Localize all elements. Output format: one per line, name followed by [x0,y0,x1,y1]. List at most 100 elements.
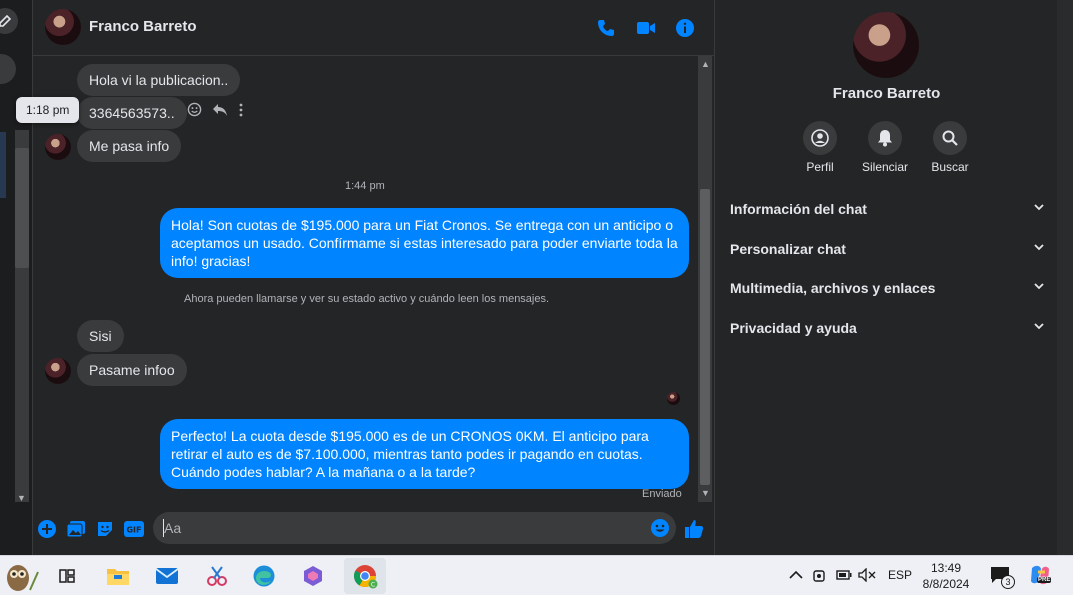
more-actions-button[interactable] [36,518,58,540]
file-explorer-button[interactable] [102,560,134,592]
video-call-button[interactable] [634,16,658,40]
outgoing-message[interactable]: Hola! Son cuotas de $195.000 para un Fia… [160,208,689,278]
message-input-placeholder: Aa [164,520,182,536]
more-options-icon[interactable] [238,103,244,117]
clock-date: 8/8/2024 [922,577,970,591]
incoming-message[interactable]: Hola vi la publicacion.. [77,64,241,96]
chevron-down-icon [1034,244,1044,251]
chevron-down-icon [1034,283,1044,290]
conversation-info-panel: Franco Barreto Perfil Silenciar Buscar I… [714,0,1057,555]
read-receipt-avatar [667,392,680,405]
mute-action-label: Silenciar [861,160,909,174]
section-privacy-help[interactable]: Privacidad y ayuda [730,320,1045,336]
incoming-message[interactable]: Sisi [77,320,124,352]
chrome-icon: C [354,565,378,589]
section-media-files[interactable]: Multimedia, archivos y enlaces [730,280,1045,296]
gif-button[interactable]: GIF [123,518,145,540]
copilot-pre-badge: PRE [1037,577,1052,583]
sticker-icon [98,522,112,536]
conversation-avatar[interactable] [0,54,16,84]
outgoing-message[interactable]: Perfecto! La cuota desde $195.000 es de … [160,419,689,489]
message-scrollbar[interactable]: ▲ ▼ [698,56,712,502]
edge-icon [253,565,275,587]
incoming-message[interactable]: Pasame infoo [77,354,187,386]
search-action[interactable]: Buscar [918,121,982,174]
scroll-thumb[interactable] [700,189,710,485]
language-indicator[interactable]: ESP [888,568,912,582]
notifications-button[interactable]: 3 [990,566,1015,589]
scroll-up-icon[interactable]: ▲ [701,59,710,69]
mute-action[interactable]: Silenciar [853,121,917,174]
message-actions [187,102,244,117]
system-clock[interactable]: 13:49 8/8/2024 [916,560,976,592]
new-message-button[interactable] [0,8,18,34]
attach-media-button[interactable] [65,518,87,540]
info-avatar[interactable] [853,12,919,78]
widgets-button[interactable] [2,560,42,592]
edge-browser-button[interactable] [248,560,280,592]
windows-taskbar: C ESP 13:49 8/8/2024 3 PRE [0,555,1073,595]
messenger-app: ▼ Franco Barreto Hola vi la publicacion.… [0,0,1073,555]
incoming-message[interactable]: 3364563573.. [77,97,187,129]
chevron-down-icon [1034,323,1044,330]
delivery-status: Enviado [642,488,682,500]
copilot-button[interactable]: PRE [1029,564,1053,588]
rail-scroll-down-icon[interactable]: ▼ [17,493,26,503]
snipping-tool-button[interactable] [201,560,233,592]
owl-widget-icon [7,565,39,591]
section-chat-info-label: Información del chat [730,201,867,217]
task-view-button[interactable] [51,560,83,592]
message-input[interactable]: Aa [153,512,676,544]
meet-now-icon[interactable] [812,568,828,584]
info-contact-name: Franco Barreto [832,85,941,102]
contact-name[interactable]: Franco Barreto [89,18,197,35]
react-emoji-icon[interactable] [187,102,202,117]
section-media-label: Multimedia, archivos y enlaces [730,280,936,296]
chrome-button-active[interactable]: C [344,558,386,594]
emoji-icon[interactable] [650,518,670,538]
chat-pane: Franco Barreto Hola vi la publicacion.. … [16,0,714,555]
reply-icon[interactable] [212,103,228,117]
clock-time: 13:49 [930,561,962,575]
selected-conversation-highlight [0,132,6,198]
profile-action[interactable]: Perfil [788,121,852,174]
office-icon [304,566,322,586]
folder-icon [107,569,129,585]
plus-circle-icon [38,520,56,538]
system-notice: Ahora pueden llamarse y ver su estado ac… [184,293,550,305]
message-list: Hola vi la publicacion.. 3364563573.. Me… [33,56,703,504]
mail-button[interactable] [151,560,183,592]
task-view-icon [59,569,75,583]
search-action-label: Buscar [931,160,969,174]
scroll-down-icon[interactable]: ▼ [701,488,710,498]
window-scrollbar[interactable] [1057,0,1073,555]
battery-icon[interactable] [836,569,852,581]
timestamp-tooltip: 1:18 pm [16,97,80,123]
gif-icon: GIF [124,521,144,537]
scissors-icon [207,566,227,586]
send-like-button[interactable] [683,518,705,540]
section-customize-chat[interactable]: Personalizar chat [730,241,1045,257]
mail-icon [155,568,179,584]
speaker-muted-icon[interactable] [858,568,876,582]
sender-avatar[interactable] [45,358,71,384]
thumbs-up-icon [685,520,704,538]
compose-icon [0,14,12,27]
section-chat-info[interactable]: Información del chat [730,201,1045,217]
contact-avatar[interactable] [45,9,81,45]
conversation-info-button[interactable] [673,16,697,40]
chevron-down-icon [1034,204,1044,211]
search-icon [942,130,958,146]
audio-call-button[interactable] [594,16,618,40]
show-hidden-icons-chevron-icon[interactable] [789,570,803,580]
sender-avatar[interactable] [45,134,71,160]
rail-scrollbar[interactable] [15,148,29,268]
sticker-button[interactable] [94,518,116,540]
notification-count-badge: 3 [1001,575,1015,589]
incoming-message[interactable]: Me pasa info [77,130,182,162]
video-camera-icon [637,22,655,34]
copilot-app-button[interactable] [297,560,329,592]
svg-text:C: C [371,582,375,589]
photo-icon [66,521,85,538]
section-privacy-label: Privacidad y ayuda [730,320,857,336]
